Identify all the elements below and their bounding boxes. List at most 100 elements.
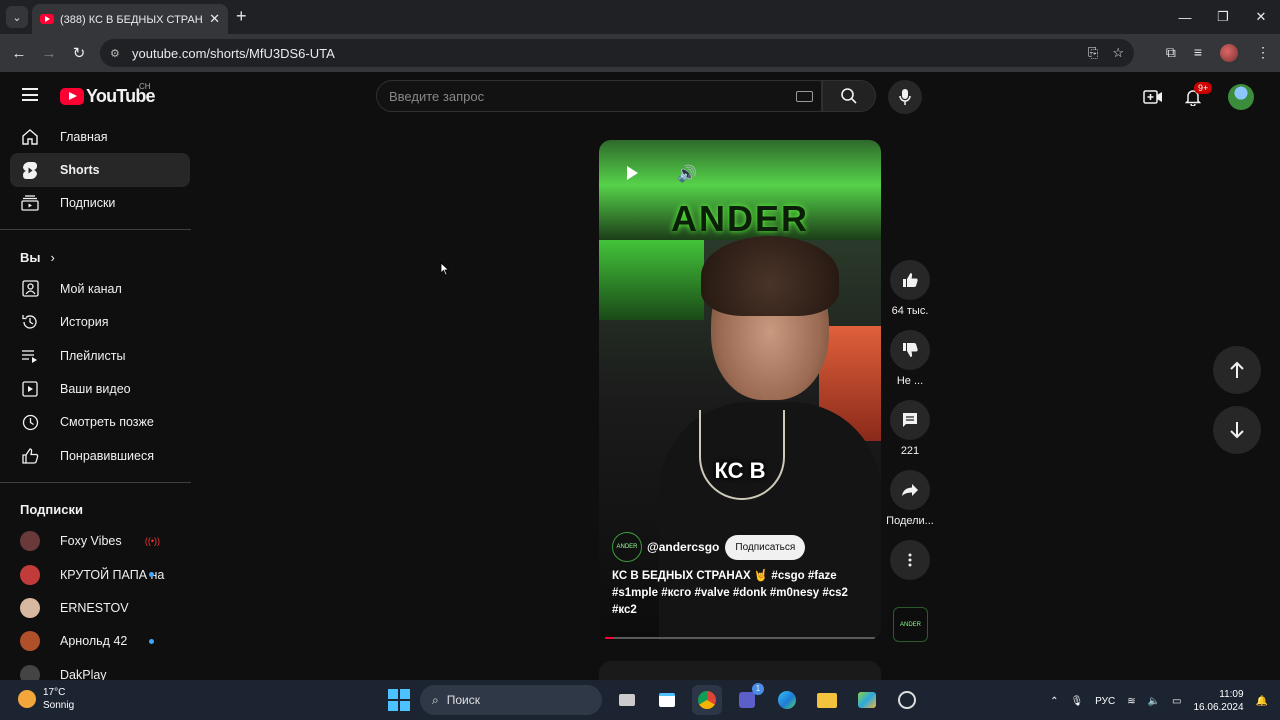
channel-row: ANDER @andercsgo Подписаться bbox=[612, 532, 806, 562]
more-action[interactable] bbox=[880, 540, 940, 580]
your-videos-icon bbox=[20, 380, 40, 398]
channel-name[interactable]: @andercsgo bbox=[647, 540, 719, 554]
new-tab-button[interactable]: + bbox=[236, 6, 247, 27]
battery-icon[interactable]: ▭ bbox=[1172, 696, 1181, 707]
share-button[interactable] bbox=[890, 470, 930, 510]
sidebar-item-shorts[interactable]: Shorts bbox=[10, 153, 190, 187]
taskbar-search[interactable]: ⌕ Поиск bbox=[420, 685, 602, 715]
video-progress-bar[interactable] bbox=[605, 637, 875, 639]
windows-start-icon[interactable] bbox=[388, 689, 410, 711]
channel-avatar[interactable]: ANDER bbox=[612, 532, 642, 562]
account-avatar[interactable] bbox=[1228, 84, 1254, 110]
short-description[interactable]: КС В БЕДНЫХ СТРАНАХ 🤘 #csgo #faze #s1mpl… bbox=[612, 568, 862, 619]
install-app-icon[interactable]: ⎘ bbox=[1088, 45, 1098, 61]
notification-bell-icon[interactable]: 🔔 bbox=[1256, 696, 1268, 707]
notifications-button[interactable]: 9+ bbox=[1180, 82, 1213, 110]
sidebar-item-label: Смотреть позже bbox=[60, 415, 154, 430]
next-short-preview[interactable] bbox=[599, 661, 881, 681]
like-button[interactable] bbox=[890, 260, 930, 300]
wifi-icon[interactable]: ≋ bbox=[1127, 696, 1135, 707]
extensions-icon[interactable]: ⧉ bbox=[1166, 44, 1176, 62]
site-info-icon[interactable]: ⚙ bbox=[110, 47, 124, 60]
channel-avatar bbox=[20, 564, 40, 585]
address-bar[interactable]: ⚙ youtube.com/shorts/MfU3DS6-UTA ⎘ ☆ bbox=[100, 39, 1134, 67]
browser-profile-avatar[interactable] bbox=[1220, 44, 1238, 62]
restore-icon[interactable]: ❐ bbox=[1204, 0, 1242, 34]
task-view-icon[interactable] bbox=[612, 685, 642, 715]
subscription-item[interactable]: Арнольд 42 bbox=[10, 625, 190, 658]
teams-icon[interactable]: 1 bbox=[732, 683, 764, 715]
volume-icon[interactable]: 🔊 bbox=[677, 164, 697, 184]
country-code: CH bbox=[139, 82, 151, 91]
sidebar-item-subscriptions[interactable]: Подписки bbox=[10, 187, 190, 220]
subscribe-button[interactable]: Подписаться bbox=[725, 534, 806, 560]
next-short-button[interactable] bbox=[1213, 406, 1261, 454]
play-icon[interactable] bbox=[627, 166, 638, 180]
video-chain bbox=[699, 410, 785, 500]
watch-later-icon bbox=[20, 413, 40, 431]
edge-icon[interactable] bbox=[772, 685, 802, 715]
create-video-icon[interactable] bbox=[1140, 84, 1166, 110]
liked-icon bbox=[20, 447, 40, 465]
video-green-panel bbox=[599, 240, 704, 320]
dislike-action[interactable]: Не ... bbox=[880, 330, 940, 387]
forward-icon[interactable]: → bbox=[34, 45, 64, 62]
voice-search-button[interactable] bbox=[888, 80, 922, 114]
sidebar-item-your-videos[interactable]: Ваши видео bbox=[10, 372, 190, 405]
tab-close-icon[interactable]: ✕ bbox=[209, 11, 220, 27]
media-control-icon[interactable]: ≡ bbox=[1194, 44, 1202, 62]
previous-short-button[interactable] bbox=[1213, 346, 1261, 394]
sidebar-item-playlists[interactable]: Плейлисты bbox=[10, 339, 190, 372]
obs-icon[interactable] bbox=[892, 685, 922, 715]
sidebar-item-liked[interactable]: Понравившиеся bbox=[10, 439, 190, 472]
search-input[interactable]: Введите запрос bbox=[376, 80, 822, 112]
arrow-down-icon bbox=[1230, 422, 1244, 439]
sidebar-item-watch-later[interactable]: Смотреть позже bbox=[10, 406, 190, 439]
keyboard-icon[interactable] bbox=[796, 91, 813, 102]
subscription-item[interactable]: ERNESTOV bbox=[10, 591, 190, 624]
sidebar-item-home[interactable]: Главная bbox=[10, 120, 190, 153]
sidebar-you-header[interactable]: Вы › bbox=[0, 242, 200, 272]
share-action[interactable]: Подели... bbox=[880, 470, 940, 527]
comment-icon bbox=[903, 413, 917, 427]
dislike-button[interactable] bbox=[890, 330, 930, 370]
speaker-icon[interactable]: 🔈 bbox=[1148, 696, 1160, 707]
youtube-logo[interactable]: YouTube CH bbox=[60, 82, 156, 107]
search-button[interactable] bbox=[822, 80, 876, 112]
bookmark-star-icon[interactable]: ☆ bbox=[1112, 45, 1124, 61]
weather-widget[interactable]: 17°C Sonnig bbox=[18, 686, 74, 712]
chrome-icon[interactable] bbox=[692, 685, 722, 715]
sidebar: Главная Shorts Подписки Вы › Мой канал И… bbox=[0, 120, 200, 680]
subscription-item[interactable]: КРУТОЙ ПАПА на bbox=[10, 558, 190, 591]
more-button[interactable] bbox=[890, 540, 930, 580]
comments-button[interactable] bbox=[890, 400, 930, 440]
like-action[interactable]: 64 тыс. bbox=[880, 260, 940, 317]
thumbs-up-icon bbox=[902, 273, 918, 287]
sidebar-item-my-channel[interactable]: Мой канал bbox=[10, 272, 190, 305]
reload-icon[interactable]: ↻ bbox=[64, 44, 94, 62]
bluestacks-icon[interactable] bbox=[852, 685, 882, 715]
shorts-player[interactable]: ANDER КС В 🔊 ANDER @andercsgo Подписатьс… bbox=[599, 140, 881, 640]
sidebar-item-history[interactable]: История bbox=[10, 306, 190, 339]
tray-mic-icon[interactable]: 🎙 bbox=[1070, 696, 1083, 707]
menu-icon[interactable] bbox=[22, 88, 38, 101]
back-icon[interactable]: ← bbox=[4, 45, 34, 62]
subscription-item[interactable]: DakPlay bbox=[10, 658, 190, 680]
store-icon[interactable] bbox=[652, 685, 682, 715]
subscription-item[interactable]: Foxy Vibes ((•)) bbox=[10, 525, 190, 558]
taskbar-clock[interactable]: 11:09 16.06.2024 bbox=[1193, 688, 1243, 714]
tab-search-button[interactable]: ⌄ bbox=[6, 6, 28, 28]
teams-badge: 1 bbox=[752, 683, 764, 695]
sidebar-subscriptions-header: Подписки bbox=[20, 502, 83, 518]
taskbar-search-label: Поиск bbox=[446, 693, 480, 707]
comments-action[interactable]: 221 bbox=[880, 400, 940, 457]
audio-source-thumbnail[interactable]: ANDER bbox=[893, 607, 928, 642]
tray-chevron-icon[interactable]: ⌃ bbox=[1050, 696, 1058, 707]
close-window-icon[interactable]: ✕ bbox=[1242, 0, 1280, 34]
browser-menu-icon[interactable]: ⋮ bbox=[1256, 44, 1270, 62]
minimize-icon[interactable]: — bbox=[1166, 0, 1204, 34]
input-language[interactable]: РУС bbox=[1095, 696, 1115, 707]
browser-tab[interactable]: (388) КС В БЕДНЫХ СТРАНАХ 🤘 #c ✕ bbox=[32, 4, 228, 34]
file-explorer-icon[interactable] bbox=[812, 685, 842, 715]
home-icon bbox=[20, 128, 40, 146]
